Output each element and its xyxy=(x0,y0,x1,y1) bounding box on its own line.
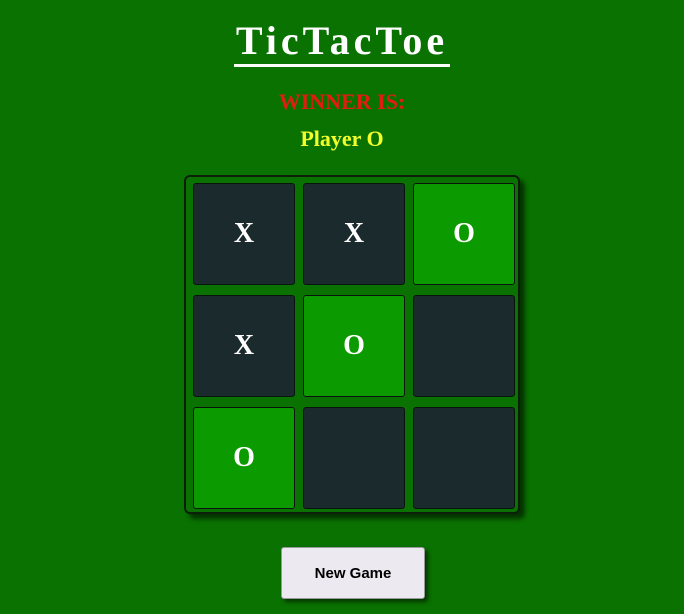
board-cell-9[interactable] xyxy=(413,407,515,509)
board-cell-8[interactable] xyxy=(303,407,405,509)
game-page: TicTacToe WINNER IS: Player O X X O X O … xyxy=(0,0,684,614)
game-title: TicTacToe xyxy=(0,18,684,67)
winner-label: WINNER IS: xyxy=(278,89,406,114)
game-title-text: TicTacToe xyxy=(233,20,451,67)
board-cell-7[interactable]: O xyxy=(193,407,295,509)
board-cell-3[interactable]: O xyxy=(413,183,515,285)
game-board: X X O X O O xyxy=(184,175,520,514)
winner-name: Player O xyxy=(300,126,384,151)
board-cell-1[interactable]: X xyxy=(193,183,295,285)
board-cell-5[interactable]: O xyxy=(303,295,405,397)
board-cell-6[interactable] xyxy=(413,295,515,397)
board-cell-4[interactable]: X xyxy=(193,295,295,397)
new-game-button[interactable]: New Game xyxy=(281,547,425,599)
board-cell-2[interactable]: X xyxy=(303,183,405,285)
